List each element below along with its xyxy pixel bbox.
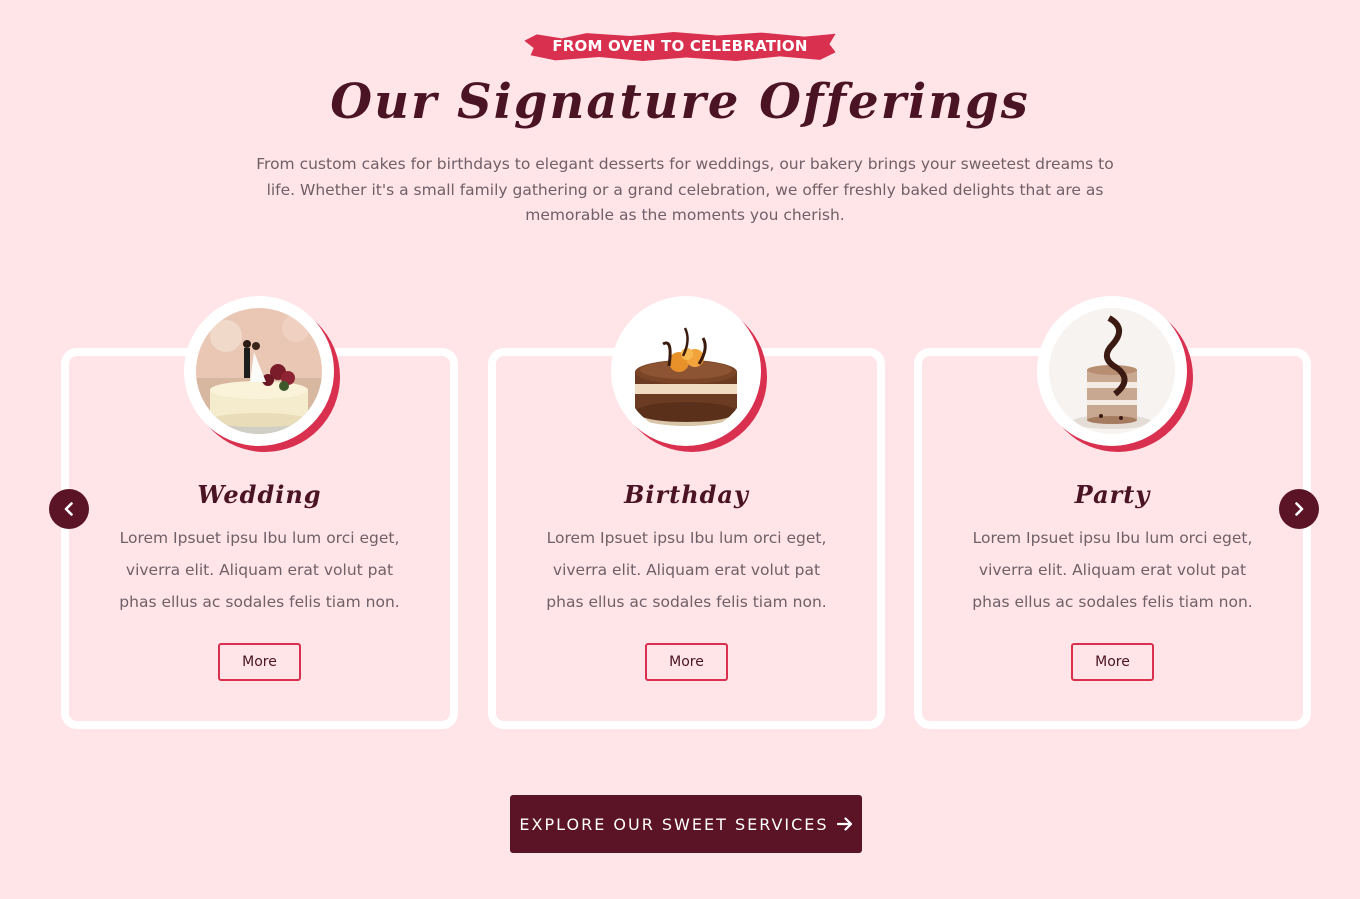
card-description: Lorem Ipsuet ipsu Ibu lum orci eget, viv… bbox=[119, 529, 400, 611]
section-subtitle: From custom cakes for birthdays to elega… bbox=[256, 155, 1114, 224]
party-dessert-image bbox=[1049, 308, 1175, 434]
offering-image-frame bbox=[611, 296, 761, 446]
chevron-right-icon bbox=[1295, 502, 1304, 516]
carousel-prev-button[interactable] bbox=[49, 489, 89, 529]
explore-services-label: EXPLORE OUR SWEET SERVICES bbox=[519, 814, 829, 834]
section-title: Our Signature Offerings bbox=[330, 74, 1030, 130]
offering-card-party: Party Lorem Ipsuet ipsu Ibu lum orci ege… bbox=[914, 296, 1311, 729]
chevron-left-icon bbox=[64, 502, 73, 516]
offering-image-frame bbox=[184, 296, 334, 446]
carousel-next-button[interactable] bbox=[1279, 489, 1319, 529]
card-description: Lorem Ipsuet ipsu Ibu lum orci eget, viv… bbox=[546, 529, 827, 611]
more-button[interactable]: More bbox=[645, 643, 728, 681]
card-title: Birthday bbox=[624, 480, 749, 509]
offering-card-wedding: Wedding Lorem Ipsuet ipsu Ibu lum orci e… bbox=[61, 296, 458, 729]
birthday-cake-image bbox=[623, 308, 749, 434]
offering-image-frame bbox=[1037, 296, 1187, 446]
card-description: Lorem Ipsuet ipsu Ibu lum orci eget, viv… bbox=[972, 529, 1253, 611]
card-title: Party bbox=[1074, 480, 1151, 509]
eyebrow-label: FROM OVEN TO CELEBRATION bbox=[524, 32, 836, 61]
card-title: Wedding bbox=[197, 480, 322, 509]
offering-card-birthday: Birthday Lorem Ipsuet ipsu Ibu lum orci … bbox=[488, 296, 885, 729]
more-button[interactable]: More bbox=[218, 643, 301, 681]
wedding-cake-image bbox=[196, 308, 322, 434]
arrow-right-icon bbox=[836, 817, 852, 831]
eyebrow-wrapper: FROM OVEN TO CELEBRATION bbox=[0, 32, 1360, 61]
more-button[interactable]: More bbox=[1071, 643, 1154, 681]
explore-services-button[interactable]: EXPLORE OUR SWEET SERVICES bbox=[510, 795, 862, 853]
